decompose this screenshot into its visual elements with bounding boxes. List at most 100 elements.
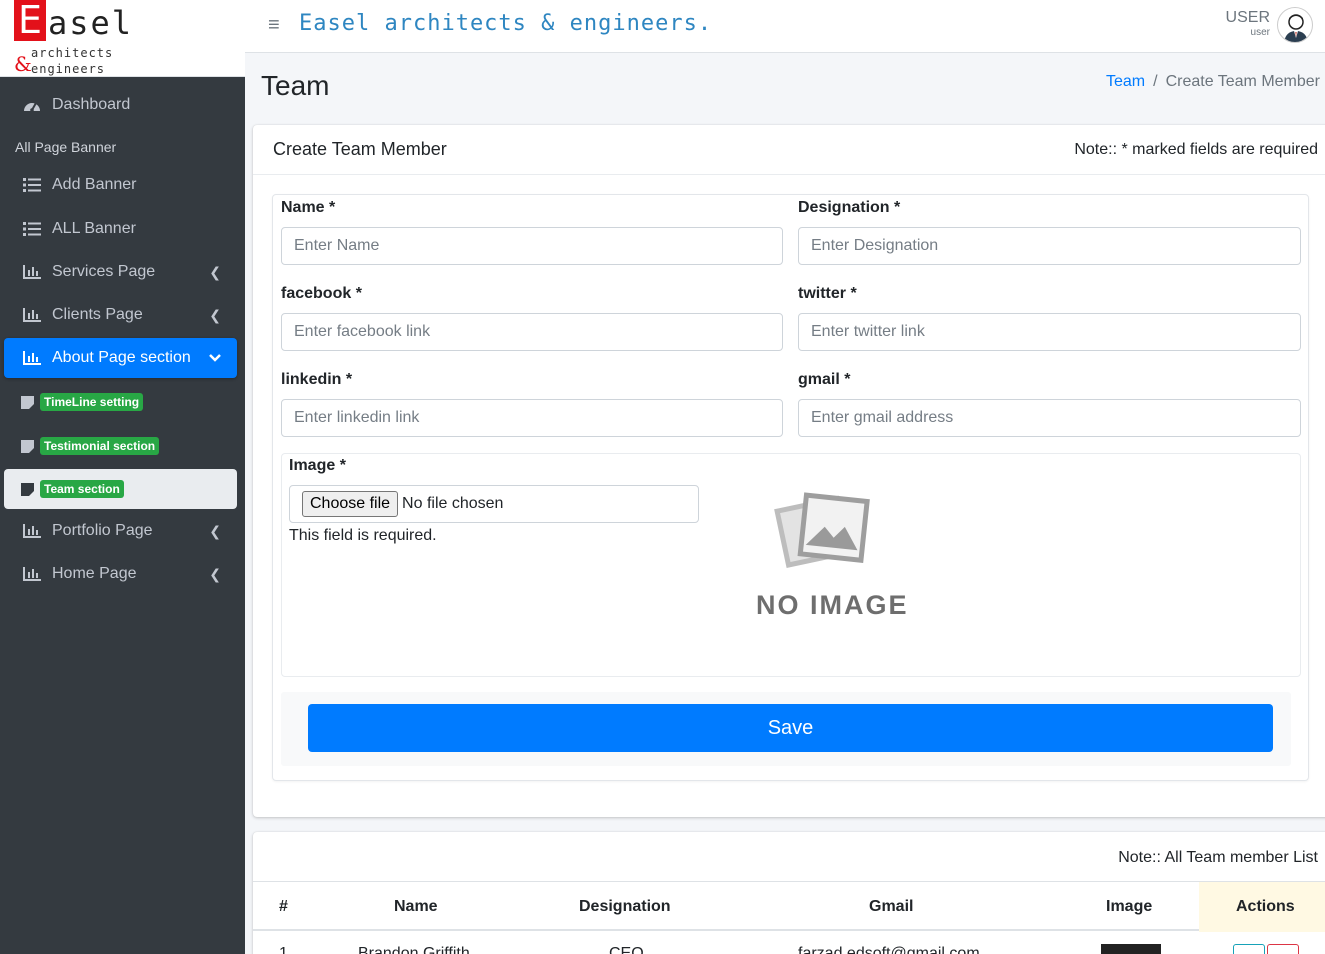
no-image-text: NO IMAGE <box>756 590 909 620</box>
site-title: Easel architects & engineers. <box>299 11 713 36</box>
chart-bar-icon <box>22 307 42 323</box>
name-label: Name * <box>281 199 336 216</box>
breadcrumb-link-team[interactable]: Team <box>1106 73 1145 90</box>
table-header: # Name Designation Gmail Image Actions <box>253 881 1325 932</box>
dashboard-icon <box>22 97 42 113</box>
logo-ampersand: & <box>14 52 32 76</box>
choose-file-button[interactable]: Choose file <box>302 491 399 517</box>
column-header-gmail: Gmail <box>869 898 914 915</box>
sidebar-item-team[interactable]: Team section <box>4 469 237 509</box>
hamburger-menu-icon[interactable]: ≡ <box>268 14 280 37</box>
team-member-form: Name * Designation * facebook * twitter … <box>272 194 1309 781</box>
chart-bar-icon <box>22 566 42 582</box>
save-button[interactable]: Save <box>308 704 1273 752</box>
row-image-thumbnail <box>1101 944 1161 954</box>
row-gmail: farzad.edsoft@gmail.com <box>798 945 980 954</box>
column-header-actions: Actions <box>1236 898 1295 915</box>
sidebar-item-all-banner[interactable]: ALL Banner <box>4 209 237 249</box>
chevron-left-icon: ❮ <box>209 566 221 582</box>
row-name: Brandon Griffith <box>358 945 470 954</box>
list-note: Note:: All Team member List <box>1118 849 1318 866</box>
create-team-member-card: Create Team Member Note:: * marked field… <box>253 125 1325 817</box>
sidebar-item-portfolio-page[interactable]: Portfolio Page ❮ <box>4 511 237 551</box>
image-error-text: This field is required. <box>289 527 437 544</box>
top-navbar: ≡ Easel architects & engineers. USER use… <box>245 0 1325 53</box>
sidebar-item-label: Services Page <box>52 263 156 280</box>
card-header: Create Team Member Note:: * marked field… <box>253 125 1325 175</box>
sidebar-item-label: Clients Page <box>52 306 143 323</box>
chevron-left-icon: ❮ <box>209 307 221 323</box>
chevron-down-icon <box>209 350 221 366</box>
image-label: Image * <box>289 457 346 474</box>
sidebar-item-label: Home Page <box>52 565 137 582</box>
column-header-designation: Designation <box>579 898 671 915</box>
sidebar-item-clients-page[interactable]: Clients Page ❮ <box>4 295 237 335</box>
sidebar-item-label: Add Banner <box>52 176 137 193</box>
breadcrumb-current: Create Team Member <box>1165 73 1320 90</box>
sidebar-item-label: TimeLine setting <box>40 393 144 411</box>
sidebar-item-label: Team section <box>40 480 124 498</box>
gmail-input[interactable] <box>798 399 1301 437</box>
sidebar-item-about-page[interactable]: About Page section <box>4 338 237 378</box>
gmail-label: gmail * <box>798 371 851 388</box>
breadcrumb: Team / Create Team Member <box>1106 73 1320 91</box>
list-icon <box>22 221 42 237</box>
sidebar-item-add-banner[interactable]: Add Banner <box>4 165 237 205</box>
designation-label: Designation * <box>798 199 901 216</box>
facebook-input[interactable] <box>281 313 783 351</box>
sidebar-item-label: About Page section <box>52 349 191 366</box>
list-icon <box>22 177 42 193</box>
linkedin-input[interactable] <box>281 399 783 437</box>
sidebar-item-home-page[interactable]: Home Page ❮ <box>4 554 237 594</box>
user-name[interactable]: USER <box>1226 9 1270 27</box>
logo-line2: engineers <box>31 62 106 76</box>
sidebar: E asel & architects engineers Dashboard … <box>0 0 245 954</box>
column-header-number: # <box>279 898 288 915</box>
breadcrumb-separator: / <box>1153 73 1158 90</box>
sidebar-item-label: ALL Banner <box>52 220 136 237</box>
sidebar-item-label: Dashboard <box>52 96 131 113</box>
chevron-left-icon: ❮ <box>209 264 221 280</box>
logo-letter: E <box>14 0 46 41</box>
note-icon <box>20 438 34 454</box>
avatar[interactable] <box>1277 7 1313 43</box>
sidebar-header: All Page Banner <box>15 139 117 155</box>
file-status: No file chosen <box>402 495 504 512</box>
table-row: 1 Brandon Griffith CEO farzad.edsoft@gma… <box>253 933 1325 954</box>
designation-input[interactable] <box>798 227 1301 265</box>
logo-line1: architects <box>31 46 114 60</box>
column-header-name: Name <box>394 898 438 915</box>
sidebar-item-timeline[interactable]: TimeLine setting <box>4 382 237 422</box>
linkedin-label: linkedin * <box>281 371 353 388</box>
image-file-input[interactable]: Choose file No file chosen <box>289 485 699 523</box>
image-upload-section: Image * Choose file No file chosen This … <box>281 453 1301 677</box>
sidebar-item-dashboard[interactable]: Dashboard <box>4 85 237 125</box>
facebook-label: facebook * <box>281 285 362 302</box>
brand-logo[interactable]: E asel & architects engineers <box>0 0 245 77</box>
edit-button[interactable] <box>1233 944 1265 954</box>
team-list-card: Note:: All Team member List # Name Desig… <box>253 832 1325 954</box>
card-title: Create Team Member <box>273 139 447 159</box>
column-header-image: Image <box>1106 898 1153 915</box>
note-icon <box>20 481 34 497</box>
note-icon <box>20 394 34 410</box>
name-input[interactable] <box>281 227 783 265</box>
sidebar-item-label: Portfolio Page <box>52 522 153 539</box>
page-title: Team <box>261 70 330 101</box>
user-role: user <box>1250 27 1270 38</box>
chart-bar-icon <box>22 264 42 280</box>
sidebar-item-testimonial[interactable]: Testimonial section <box>4 426 237 466</box>
row-number: 1 <box>279 945 288 954</box>
chart-bar-icon <box>22 523 42 539</box>
chart-bar-icon <box>22 350 42 366</box>
logo-word: asel <box>48 4 134 42</box>
row-designation: CEO <box>609 945 644 954</box>
twitter-label: twitter * <box>798 285 857 302</box>
delete-button[interactable] <box>1267 944 1299 954</box>
save-section: Save <box>281 692 1291 766</box>
required-note: Note:: * marked fields are required <box>1074 141 1318 158</box>
sidebar-item-label: Testimonial section <box>40 437 160 455</box>
sidebar-item-services-page[interactable]: Services Page ❮ <box>4 252 237 292</box>
twitter-input[interactable] <box>798 313 1301 351</box>
chevron-left-icon: ❮ <box>209 523 221 539</box>
